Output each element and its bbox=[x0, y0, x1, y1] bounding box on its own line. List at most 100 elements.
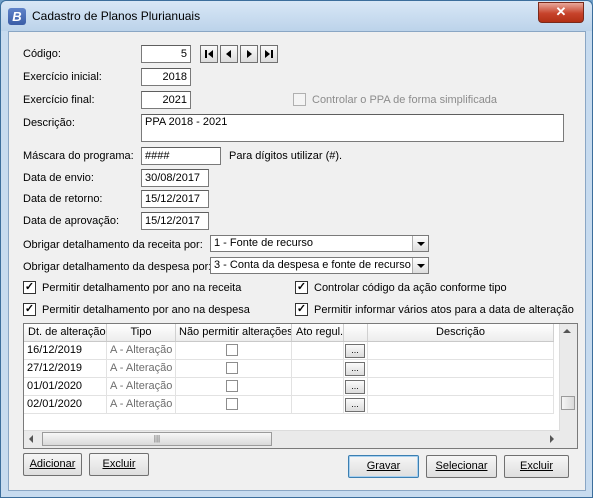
scroll-up-icon[interactable] bbox=[563, 329, 571, 333]
window-title: Cadastro de Planos Plurianuais bbox=[32, 9, 201, 23]
horizontal-scroll-thumb[interactable]: ||| bbox=[42, 432, 272, 446]
ato-lookup-button[interactable]: ... bbox=[345, 362, 365, 376]
mascara-field[interactable]: #### bbox=[141, 147, 221, 165]
mascara-hint: Para dígitos utilizar (#). bbox=[229, 150, 343, 162]
exercicio-final-field[interactable]: 2021 bbox=[141, 91, 191, 109]
despesa-label: Obrigar detalhamento da despesa por: bbox=[23, 261, 212, 273]
row-nao-permitir-cell bbox=[176, 342, 292, 360]
chevron-down-icon[interactable] bbox=[412, 236, 428, 251]
despesa-selected-value: 3 - Conta da despesa e fonte de recurso bbox=[214, 259, 411, 271]
close-button[interactable]: ✕ bbox=[538, 2, 584, 23]
exercicio-final-label: Exercício final: bbox=[23, 94, 95, 106]
row-descricao[interactable] bbox=[368, 396, 554, 414]
excluir-label: Excluir bbox=[519, 460, 553, 472]
last-record-button[interactable] bbox=[260, 45, 278, 63]
column-header-dt-alteracao[interactable]: Dt. de alteração bbox=[24, 324, 107, 341]
nao-permitir-checkbox[interactable] bbox=[226, 398, 238, 410]
exercicio-inicial-field[interactable]: 2018 bbox=[141, 68, 191, 86]
previous-record-icon bbox=[226, 50, 231, 58]
descricao-field[interactable]: PPA 2018 - 2021 bbox=[141, 114, 564, 142]
data-aprovacao-field[interactable]: 15/12/2017 bbox=[141, 212, 209, 230]
table-row[interactable]: 27/12/2019 A - Alteração ... bbox=[24, 360, 554, 378]
ato-lookup-button[interactable]: ... bbox=[345, 398, 365, 412]
scroll-left-icon[interactable] bbox=[29, 435, 33, 443]
excluir-button[interactable]: Excluir bbox=[504, 455, 569, 478]
ato-lookup-button[interactable]: ... bbox=[345, 344, 365, 358]
table-row[interactable]: 02/01/2020 A - Alteração ... bbox=[24, 396, 554, 414]
form-area: Código: 5 Exercício inicial: 2018 Exercí… bbox=[8, 31, 586, 491]
first-record-icon bbox=[205, 50, 213, 58]
codigo-field[interactable]: 5 bbox=[141, 45, 191, 63]
controlar-ppa-checkbox[interactable] bbox=[293, 93, 306, 106]
next-record-button[interactable] bbox=[240, 45, 258, 63]
row-ato-regul[interactable] bbox=[292, 360, 344, 378]
data-envio-field[interactable]: 30/08/2017 bbox=[141, 169, 209, 187]
row-nao-permitir-cell bbox=[176, 360, 292, 378]
previous-record-button[interactable] bbox=[220, 45, 238, 63]
ano-receita-checkbox[interactable]: ✓ bbox=[23, 281, 36, 294]
exercicio-inicial-label: Exercício inicial: bbox=[23, 71, 102, 83]
row-ato-cell: ... bbox=[344, 396, 368, 414]
nao-permitir-checkbox[interactable] bbox=[226, 344, 238, 356]
selecionar-label: Selecionar bbox=[435, 460, 488, 472]
chevron-down-icon[interactable] bbox=[412, 258, 428, 273]
title-bar[interactable]: B Cadastro de Planos Plurianuais ✕ bbox=[1, 1, 592, 31]
alteracoes-grid[interactable]: Dt. de alteração Tipo Não permitir alter… bbox=[23, 323, 578, 449]
last-record-icon bbox=[265, 50, 273, 58]
row-date: 27/12/2019 bbox=[24, 360, 107, 378]
first-record-button[interactable] bbox=[200, 45, 218, 63]
excluir-item-label: Excluir bbox=[102, 458, 136, 470]
table-row[interactable]: 16/12/2019 A - Alteração ... bbox=[24, 342, 554, 360]
varios-atos-label: Permitir informar vários atos para a dat… bbox=[314, 304, 574, 316]
column-header-ato-regul[interactable]: Ato regul. bbox=[292, 324, 344, 341]
row-descricao[interactable] bbox=[368, 342, 554, 360]
app-logo-icon: B bbox=[8, 8, 26, 25]
row-ato-regul[interactable] bbox=[292, 396, 344, 414]
row-date: 16/12/2019 bbox=[24, 342, 107, 360]
nao-permitir-checkbox[interactable] bbox=[226, 380, 238, 392]
window: B Cadastro de Planos Plurianuais ✕ Códig… bbox=[0, 0, 593, 498]
row-descricao[interactable] bbox=[368, 360, 554, 378]
adicionar-button[interactable]: Adicionar bbox=[23, 453, 82, 476]
row-ato-cell: ... bbox=[344, 378, 368, 396]
varios-atos-checkbox[interactable]: ✓ bbox=[295, 303, 308, 316]
vertical-scrollbar[interactable] bbox=[559, 324, 577, 431]
scroll-right-icon[interactable] bbox=[550, 435, 554, 443]
codigo-acao-checkbox[interactable]: ✓ bbox=[295, 281, 308, 294]
row-ato-regul[interactable] bbox=[292, 342, 344, 360]
row-tipo: A - Alteração bbox=[107, 378, 176, 396]
adicionar-label: Adicionar bbox=[29, 458, 76, 470]
grid-header: Dt. de alteração Tipo Não permitir alter… bbox=[24, 324, 554, 342]
data-aprovacao-label: Data de aprovação: bbox=[23, 215, 120, 227]
row-ato-cell: ... bbox=[344, 342, 368, 360]
horizontal-scrollbar[interactable]: ||| bbox=[24, 430, 560, 448]
codigo-acao-label: Controlar código da ação conforme tipo bbox=[314, 282, 507, 294]
despesa-select[interactable]: 3 - Conta da despesa e fonte de recurso bbox=[210, 257, 429, 274]
mascara-label: Máscara do programa: bbox=[23, 150, 134, 162]
ato-lookup-button[interactable]: ... bbox=[345, 380, 365, 394]
row-date: 02/01/2020 bbox=[24, 396, 107, 414]
row-nao-permitir-cell bbox=[176, 378, 292, 396]
row-tipo: A - Alteração bbox=[107, 396, 176, 414]
descricao-label: Descrição: bbox=[23, 117, 75, 129]
column-header-descricao[interactable]: Descrição bbox=[368, 324, 554, 341]
gravar-label: Gravar bbox=[366, 460, 401, 472]
excluir-item-button[interactable]: Excluir bbox=[89, 453, 149, 476]
vertical-scroll-thumb[interactable] bbox=[561, 396, 575, 410]
column-header-tipo[interactable]: Tipo bbox=[107, 324, 176, 341]
ano-despesa-checkbox[interactable]: ✓ bbox=[23, 303, 36, 316]
row-ato-regul[interactable] bbox=[292, 378, 344, 396]
scrollbar-corner bbox=[560, 431, 577, 448]
gravar-button[interactable]: Gravar bbox=[348, 455, 419, 478]
row-descricao[interactable] bbox=[368, 378, 554, 396]
nao-permitir-checkbox[interactable] bbox=[226, 362, 238, 374]
next-record-icon bbox=[247, 50, 252, 58]
controlar-ppa-label: Controlar o PPA de forma simplificada bbox=[312, 94, 498, 106]
selecionar-button[interactable]: Selecionar bbox=[426, 455, 497, 478]
receita-select[interactable]: 1 - Fonte de recurso bbox=[210, 235, 429, 252]
data-envio-label: Data de envio: bbox=[23, 172, 94, 184]
column-header-nao-permitir[interactable]: Não permitir alterações bbox=[176, 324, 292, 341]
table-row[interactable]: 01/01/2020 A - Alteração ... bbox=[24, 378, 554, 396]
row-tipo: A - Alteração bbox=[107, 360, 176, 378]
data-retorno-field[interactable]: 15/12/2017 bbox=[141, 190, 209, 208]
